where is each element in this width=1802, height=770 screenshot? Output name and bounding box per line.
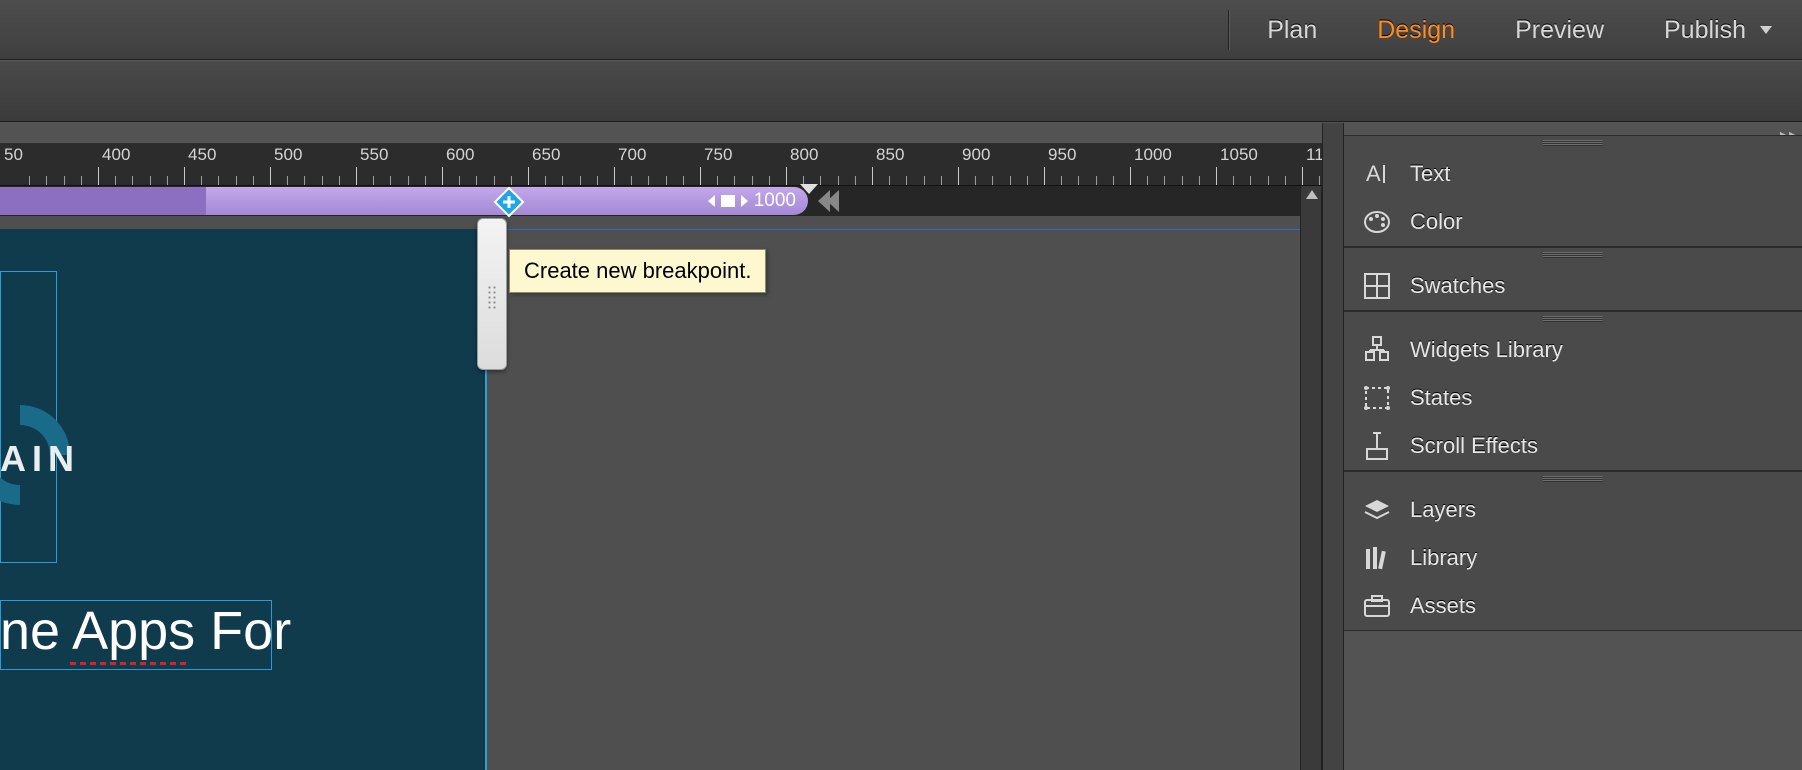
grip-lines-icon: [1543, 476, 1603, 482]
widgets-icon: [1362, 335, 1392, 365]
swatches-icon: [1362, 271, 1392, 301]
panel-group: Swatches: [1344, 247, 1802, 311]
dock-edge[interactable]: [1322, 123, 1344, 770]
panel-layers[interactable]: Layers: [1344, 486, 1802, 534]
panel-grip[interactable]: [1344, 136, 1802, 150]
panel-label: Widgets Library: [1410, 337, 1563, 363]
nav-preview[interactable]: Preview: [1485, 16, 1634, 45]
palette-icon: [1362, 207, 1392, 237]
nav-design[interactable]: Design: [1347, 16, 1485, 45]
panel-color[interactable]: Color: [1344, 198, 1802, 246]
panel-library[interactable]: Library: [1344, 534, 1802, 582]
grip-lines-icon: [1543, 316, 1603, 322]
nav-plan[interactable]: Plan: [1237, 16, 1347, 45]
grip-lines-icon: [1543, 252, 1603, 258]
panel-scroll-effects[interactable]: Scroll Effects: [1344, 422, 1802, 470]
breakpoint-width-value: 1000: [754, 190, 796, 212]
spellcheck-underline: [70, 662, 188, 665]
layers-icon: [1362, 495, 1392, 525]
assets-icon: [1362, 591, 1392, 621]
panel-label: Color: [1410, 209, 1463, 235]
panel-label: Assets: [1410, 593, 1476, 619]
panel-swatches[interactable]: Swatches: [1344, 262, 1802, 310]
breakpoint-edge-marker[interactable]: [800, 184, 818, 194]
panel-label: Swatches: [1410, 273, 1505, 299]
panel-group: Widgets Library States Scroll Effects: [1344, 311, 1802, 471]
triangle-left-icon: [708, 195, 715, 207]
grip-lines-icon: [1543, 140, 1603, 146]
panel-label: Library: [1410, 545, 1477, 571]
add-breakpoint-button[interactable]: [493, 186, 525, 218]
headline-text[interactable]: ne Apps For: [0, 600, 291, 662]
states-icon: [1362, 383, 1392, 413]
nav-publish-label: Publish: [1664, 16, 1746, 45]
panel-label: Scroll Effects: [1410, 433, 1538, 459]
chevron-down-icon: [1760, 26, 1772, 34]
options-bar: [0, 60, 1802, 122]
text-icon: A: [1362, 159, 1392, 189]
library-icon: [1362, 543, 1392, 573]
panel-grip[interactable]: [1344, 312, 1802, 326]
triangle-right-icon: [741, 195, 748, 207]
panel-widgets-library[interactable]: Widgets Library: [1344, 326, 1802, 374]
logo-text-fragment[interactable]: AIN: [0, 438, 80, 480]
breakpoint-width-indicator[interactable]: 1000: [708, 190, 796, 212]
app-topbar: Plan Design Preview Publish: [0, 0, 1802, 60]
panel-label: Text: [1410, 161, 1450, 187]
chevron-left-icon: [827, 190, 839, 212]
vertical-scrollbar[interactable]: [1300, 186, 1322, 770]
mode-switcher: Plan Design Preview Publish: [1228, 0, 1802, 60]
separator: [1228, 10, 1229, 50]
breakpoint-scrubber[interactable]: [818, 190, 836, 212]
tooltip: Create new breakpoint.: [509, 249, 766, 293]
panel-assets[interactable]: Assets: [1344, 582, 1802, 630]
horizontal-ruler[interactable]: 5040045050055060065070075080085090095010…: [0, 142, 1322, 186]
scroll-icon: [1362, 431, 1392, 461]
page-icon: [721, 195, 735, 207]
panel-grip[interactable]: [1344, 248, 1802, 262]
panel-label: Layers: [1410, 497, 1476, 523]
panel-label: States: [1410, 385, 1472, 411]
breakpoint-range-inactive: [0, 187, 206, 215]
panel-grip[interactable]: [1344, 472, 1802, 486]
right-panel-dock: ▸▸ ATextColorSwatchesWidgets LibraryStat…: [1322, 123, 1802, 770]
nav-publish[interactable]: Publish: [1634, 16, 1802, 45]
grip-dots-icon: [487, 285, 497, 309]
svg-text:A: A: [1366, 161, 1381, 186]
breakpoint-bar[interactable]: 1000: [0, 186, 1322, 216]
panel-group: Layers Library Assets: [1344, 471, 1802, 631]
scroll-up-arrow-icon: [1306, 190, 1318, 199]
panel-text[interactable]: A Text: [1344, 150, 1802, 198]
panel-states[interactable]: States: [1344, 374, 1802, 422]
panel-group: A Text Color: [1344, 135, 1802, 247]
page-width-handle[interactable]: [477, 218, 507, 370]
